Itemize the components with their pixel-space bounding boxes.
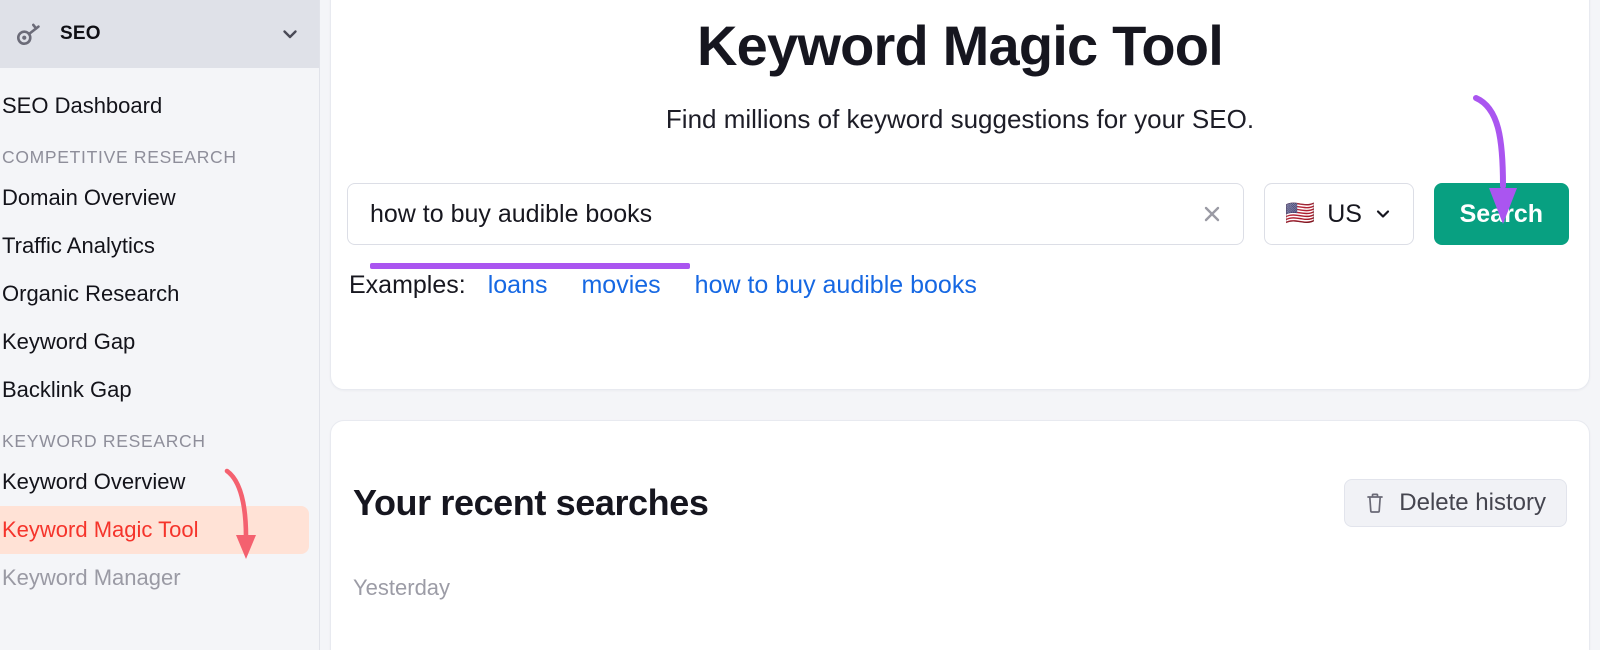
country-code-label: US	[1327, 199, 1362, 228]
sidebar-item-domain-overview[interactable]: Domain Overview	[0, 174, 319, 222]
sidebar-item-seo-dashboard[interactable]: SEO Dashboard	[0, 82, 319, 130]
sidebar: SEO SEO Dashboard Competitive Research Dom…	[0, 0, 320, 650]
search-field[interactable]	[347, 183, 1244, 245]
sidebar-nav: SEO Dashboard Competitive Research Domain …	[0, 68, 319, 602]
sidebar-item-keyword-gap[interactable]: Keyword Gap	[0, 318, 319, 366]
chevron-down-icon[interactable]	[279, 23, 301, 45]
recent-searches-card: Your recent searches Delete history Yest…	[330, 420, 1590, 650]
sidebar-section-label: Keyword Research	[2, 431, 206, 451]
sidebar-section-label: Competitive Research	[2, 147, 237, 167]
delete-history-button[interactable]: Delete history	[1344, 479, 1567, 527]
history-day-group-label: Yesterday	[353, 575, 451, 600]
search-card: Keyword Magic Tool Find millions of keyw…	[330, 0, 1590, 390]
recent-searches-title: Your recent searches	[353, 482, 709, 523]
sidebar-item-keyword-manager[interactable]: Keyword Manager	[0, 554, 319, 602]
page-title: Keyword Magic Tool	[697, 14, 1224, 77]
delete-history-label: Delete history	[1399, 489, 1546, 516]
sidebar-item-backlink-gap[interactable]: Backlink Gap	[0, 366, 319, 414]
example-link-2[interactable]: how to buy audible books	[695, 271, 977, 300]
example-link-1[interactable]: movies	[581, 271, 660, 300]
key-icon	[12, 19, 46, 49]
sidebar-title: SEO	[60, 23, 101, 44]
recent-searches-header: Your recent searches Delete history	[353, 421, 1567, 527]
close-icon[interactable]	[1199, 201, 1225, 227]
sidebar-item-traffic-analytics[interactable]: Traffic Analytics	[0, 222, 319, 270]
country-selector[interactable]: 🇺🇸 US	[1263, 183, 1414, 245]
trash-icon	[1365, 492, 1385, 514]
example-link-0[interactable]: loans	[488, 271, 548, 300]
sidebar-item-organic-research[interactable]: Organic Research	[0, 270, 319, 318]
search-button[interactable]: Search	[1433, 183, 1569, 245]
examples-label: Examples:	[349, 271, 466, 299]
sidebar-header[interactable]: SEO	[0, 0, 319, 68]
search-input[interactable]	[370, 199, 1199, 229]
flag-icon: 🇺🇸	[1285, 200, 1316, 227]
sidebar-item-keyword-overview[interactable]: Keyword Overview	[0, 458, 319, 506]
chevron-down-icon	[1374, 205, 1392, 223]
main-content: Keyword Magic Tool Find millions of keyw…	[320, 0, 1600, 650]
page-subtitle: Find millions of keyword suggestions for…	[665, 104, 1255, 134]
examples-row: Examples: loans movies how to buy audibl…	[331, 271, 1589, 300]
sidebar-item-keyword-magic-tool[interactable]: Keyword Magic Tool	[0, 506, 309, 554]
search-row: 🇺🇸 US Search	[331, 183, 1589, 245]
